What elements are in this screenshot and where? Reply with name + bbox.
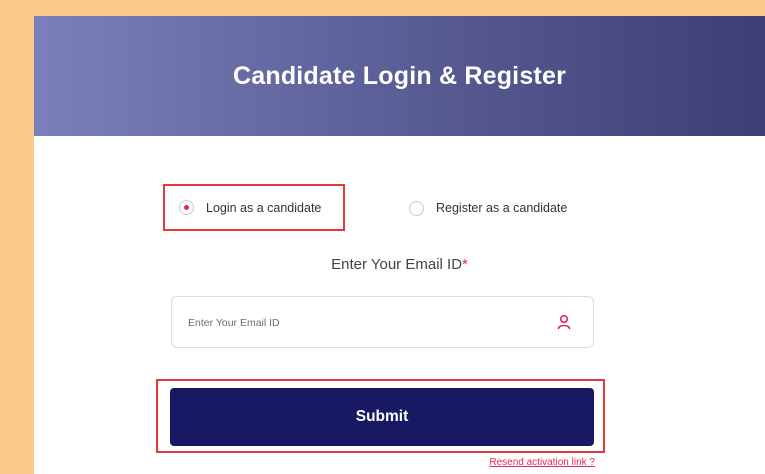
header-banner: Candidate Login & Register xyxy=(34,16,765,136)
radio-selected-icon[interactable] xyxy=(179,200,194,215)
login-register-panel: Candidate Login & Register Login as a ca… xyxy=(34,16,765,474)
radio-label-register: Register as a candidate xyxy=(436,201,568,215)
radio-option-register[interactable]: Register as a candidate xyxy=(409,191,609,225)
email-label-text: Enter Your Email ID xyxy=(331,256,463,273)
page-title: Candidate Login & Register xyxy=(232,61,566,90)
submit-button[interactable]: Submit xyxy=(170,388,594,446)
email-input[interactable] xyxy=(186,297,550,349)
email-field-label: Enter Your Email ID* xyxy=(34,256,765,273)
email-field[interactable] xyxy=(171,296,594,349)
user-icon xyxy=(557,314,571,330)
radio-unselected-icon[interactable] xyxy=(409,200,424,216)
radio-option-login[interactable]: Login as a candidate xyxy=(163,184,345,231)
resend-activation-link[interactable]: Resend activation link ? xyxy=(455,457,595,468)
radio-label-login: Login as a candidate xyxy=(206,200,322,215)
required-marker: * xyxy=(462,256,468,273)
radio-dot-icon xyxy=(184,205,189,210)
